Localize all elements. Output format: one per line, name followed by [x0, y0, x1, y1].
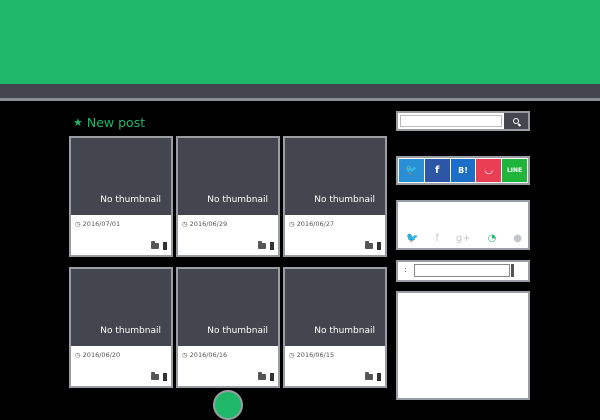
post-card[interactable]: No thumbnail ◷ 2016/06/27: [283, 136, 387, 257]
pocket-share-button[interactable]: ◡: [476, 159, 502, 182]
star-icon: ★: [73, 116, 83, 129]
share-buttons: 🐦 f B! ◡ LINE: [396, 156, 530, 185]
post-thumbnail[interactable]: No thumbnail: [285, 138, 385, 215]
post-card[interactable]: No thumbnail ◷ 2016/06/16: [176, 267, 280, 388]
post-card[interactable]: No thumbnail ◷ 2016/06/20: [69, 267, 173, 388]
google-plus-icon[interactable]: g+: [456, 233, 471, 244]
post-card[interactable]: No thumbnail ◷ 2016/06/15: [283, 267, 387, 388]
folder-icon: [151, 241, 159, 249]
archive-prefix: :: [404, 265, 407, 274]
search-button[interactable]: [504, 113, 528, 129]
folder-icon: [365, 241, 373, 249]
facebook-share-button[interactable]: f: [424, 159, 450, 182]
archive-select[interactable]: [414, 264, 510, 277]
tag-icon: [270, 373, 274, 381]
clock-icon: ◷: [182, 351, 188, 359]
folder-icon: [258, 372, 266, 380]
post-thumbnail[interactable]: No thumbnail: [178, 138, 278, 215]
tag-icon: [163, 242, 167, 250]
twitter-share-button[interactable]: 🐦: [399, 159, 424, 182]
folder-icon: [258, 241, 266, 249]
follow-widget: 🐦 f g+ ◔ ●: [396, 200, 530, 250]
facebook-icon[interactable]: f: [435, 233, 439, 244]
clock-icon: ◷: [289, 351, 295, 359]
post-date: ◷ 2016/06/27: [289, 220, 335, 228]
thumbnail-text: No thumbnail: [100, 195, 161, 205]
post-date: ◷ 2016/07/01: [75, 220, 121, 228]
nav-bar: [0, 84, 600, 101]
scroll-top-button[interactable]: [213, 390, 243, 420]
clock-icon: ◷: [182, 220, 188, 228]
clock-icon: ◷: [75, 351, 81, 359]
thumbnail-text: No thumbnail: [207, 326, 268, 336]
tag-icon: [270, 242, 274, 250]
search-input[interactable]: [400, 115, 502, 127]
line-icon[interactable]: ●: [513, 233, 522, 244]
thumbnail-text: No thumbnail: [100, 326, 161, 336]
archive-dropdown: :: [396, 260, 530, 282]
post-date: ◷ 2016/06/29: [182, 220, 228, 228]
thumbnail-text: No thumbnail: [207, 195, 268, 205]
post-thumbnail[interactable]: No thumbnail: [178, 269, 278, 346]
archive-scrollbar[interactable]: [511, 264, 514, 277]
tag-icon: [163, 373, 167, 381]
folder-icon: [365, 372, 373, 380]
rss-icon[interactable]: ◔: [488, 233, 497, 244]
twitter-icon[interactable]: 🐦: [406, 233, 418, 244]
section-title-label: New post: [86, 115, 146, 130]
site-header: [0, 0, 600, 84]
thumbnail-text: No thumbnail: [314, 195, 375, 205]
tag-icon: [377, 242, 381, 250]
tag-icon: [377, 373, 381, 381]
post-thumbnail[interactable]: No thumbnail: [71, 138, 171, 215]
post-date: ◷ 2016/06/15: [289, 351, 335, 359]
post-thumbnail[interactable]: No thumbnail: [71, 269, 171, 346]
line-share-button[interactable]: LINE: [502, 159, 527, 182]
post-date: ◷ 2016/06/20: [75, 351, 121, 359]
section-title: ★ New post: [73, 115, 145, 130]
hatena-share-button[interactable]: B!: [450, 159, 476, 182]
clock-icon: ◷: [289, 220, 295, 228]
search-icon: [513, 118, 519, 124]
post-card[interactable]: No thumbnail ◷ 2016/07/01: [69, 136, 173, 257]
post-thumbnail[interactable]: No thumbnail: [285, 269, 385, 346]
folder-icon: [151, 372, 159, 380]
thumbnail-text: No thumbnail: [314, 326, 375, 336]
search-widget: [396, 111, 530, 131]
sidebar-widget: [396, 291, 530, 400]
clock-icon: ◷: [75, 220, 81, 228]
post-card[interactable]: No thumbnail ◷ 2016/06/29: [176, 136, 280, 257]
post-date: ◷ 2016/06/16: [182, 351, 228, 359]
